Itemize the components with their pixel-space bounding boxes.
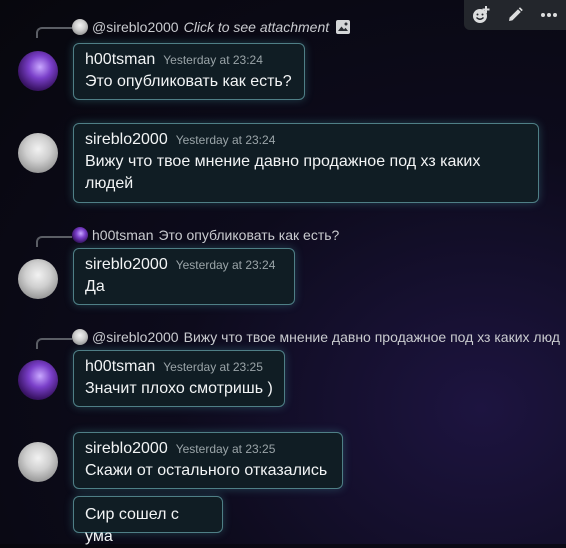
reply-preview[interactable]: h00tsman Это опубликовать как есть? [72, 226, 339, 244]
author-name[interactable]: sireblo2000 [85, 440, 168, 458]
emoji-plus-icon [473, 6, 490, 23]
message-bubble: h00tsman Yesterday at 23:24 Это опублико… [73, 43, 305, 100]
reply-avatar [72, 329, 88, 345]
reply-preview[interactable]: @sireblo2000 Click to see attachment [72, 18, 351, 36]
message-bubble: sireblo2000 Yesterday at 23:24 Вижу что … [73, 123, 539, 203]
message-text: Скажи от остального отказались [85, 462, 328, 479]
reply-author[interactable]: @sireblo2000 [92, 19, 179, 35]
reply-avatar [72, 19, 88, 35]
reply-author[interactable]: h00tsman [92, 227, 153, 243]
ellipsis-icon [541, 13, 557, 17]
message-text: Вижу что твое мнение давно продажное под… [85, 153, 481, 192]
message-text: Сир сошел с ума [85, 506, 179, 545]
timestamp: Yesterday at 23:25 [163, 360, 263, 374]
reply-text[interactable]: Вижу что твое мнение давно продажное под… [184, 329, 560, 345]
reply-attachment-link[interactable]: Click to see attachment [184, 19, 330, 35]
author-name[interactable]: sireblo2000 [85, 256, 168, 274]
author-name[interactable]: h00tsman [85, 358, 155, 376]
edit-button[interactable] [502, 2, 528, 28]
message-text: Это опубликовать как есть? [85, 73, 292, 90]
author-name[interactable]: h00tsman [85, 51, 155, 69]
avatar[interactable] [18, 360, 58, 400]
message-bubble: h00tsman Yesterday at 23:25 Значит плохо… [73, 350, 285, 407]
message-text: Значит плохо смотришь ) [85, 380, 273, 397]
reply-preview[interactable]: @sireblo2000 Вижу что твое мнение давно … [72, 328, 560, 346]
timestamp: Yesterday at 23:24 [175, 133, 276, 147]
avatar[interactable] [18, 51, 58, 91]
pencil-icon [509, 7, 523, 21]
message-toolbar [464, 0, 566, 30]
avatar[interactable] [18, 133, 58, 173]
timestamp: Yesterday at 23:24 [175, 258, 276, 272]
timestamp: Yesterday at 23:25 [175, 442, 276, 456]
image-icon [336, 20, 351, 34]
reply-author[interactable]: @sireblo2000 [92, 329, 179, 345]
add-reaction-button[interactable] [468, 2, 494, 28]
reply-spine [36, 338, 72, 349]
more-button[interactable] [536, 2, 562, 28]
reply-spine [36, 27, 72, 38]
author-name[interactable]: sireblo2000 [85, 131, 168, 149]
reply-avatar [72, 227, 88, 243]
avatar[interactable] [18, 259, 58, 299]
message-bubble: Сир сошел с ума [73, 496, 223, 545]
message-text: Да [85, 278, 105, 295]
reply-spine [36, 236, 72, 247]
reply-text[interactable]: Это опубликовать как есть? [158, 227, 339, 243]
avatar[interactable] [18, 442, 58, 482]
message-bubble: sireblo2000 Yesterday at 23:24 Да [73, 248, 295, 305]
message-bubble: sireblo2000 Yesterday at 23:25 Скажи от … [73, 432, 343, 489]
timestamp: Yesterday at 23:24 [163, 53, 263, 67]
